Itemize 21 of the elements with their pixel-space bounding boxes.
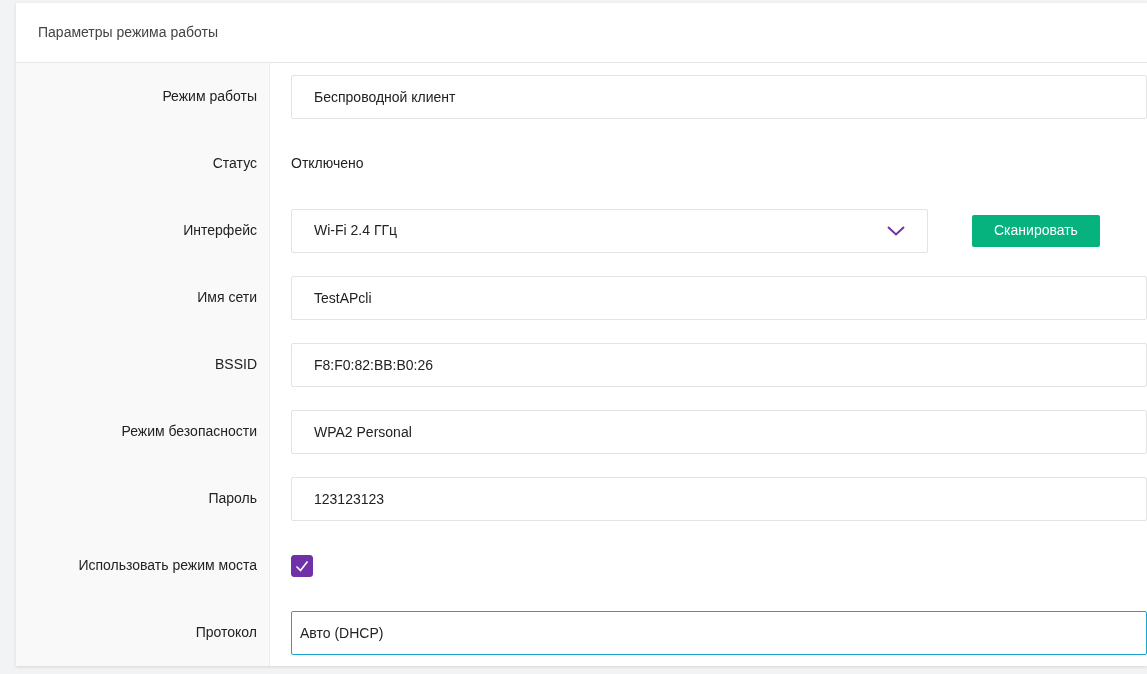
- chevron-down-icon: [887, 225, 905, 236]
- field-label: Интерфейс: [183, 221, 257, 240]
- field-label: Протокол: [195, 623, 257, 642]
- input-field[interactable]: F8:F0:82:BB:B0:26: [291, 342, 1147, 387]
- field-label: Пароль: [208, 489, 257, 508]
- field-label: Имя сети: [197, 288, 257, 307]
- field-label: Статус: [212, 154, 257, 173]
- input-field[interactable]: TestAPcli: [291, 275, 1147, 320]
- checkmark-icon: [295, 559, 309, 572]
- panel-title: Параметры режима работы: [38, 23, 218, 42]
- input-field[interactable]: WPA2 Personal: [291, 409, 1147, 454]
- dropdown-field[interactable]: Wi-Fi 2.4 ГГц: [291, 208, 928, 253]
- input-field[interactable]: 123123123: [291, 476, 1147, 521]
- field-label: Использовать режим моста: [78, 556, 257, 575]
- field-label: Режим безопасности: [121, 422, 257, 441]
- input-field[interactable]: Беспроводной клиент: [291, 74, 1147, 119]
- field-label: BSSID: [215, 355, 257, 374]
- field-label: Режим работы: [162, 87, 257, 106]
- status-text: Отключено: [291, 154, 364, 173]
- input-field[interactable]: Авто (DHCP): [291, 610, 1147, 655]
- checkbox[interactable]: [291, 554, 313, 577]
